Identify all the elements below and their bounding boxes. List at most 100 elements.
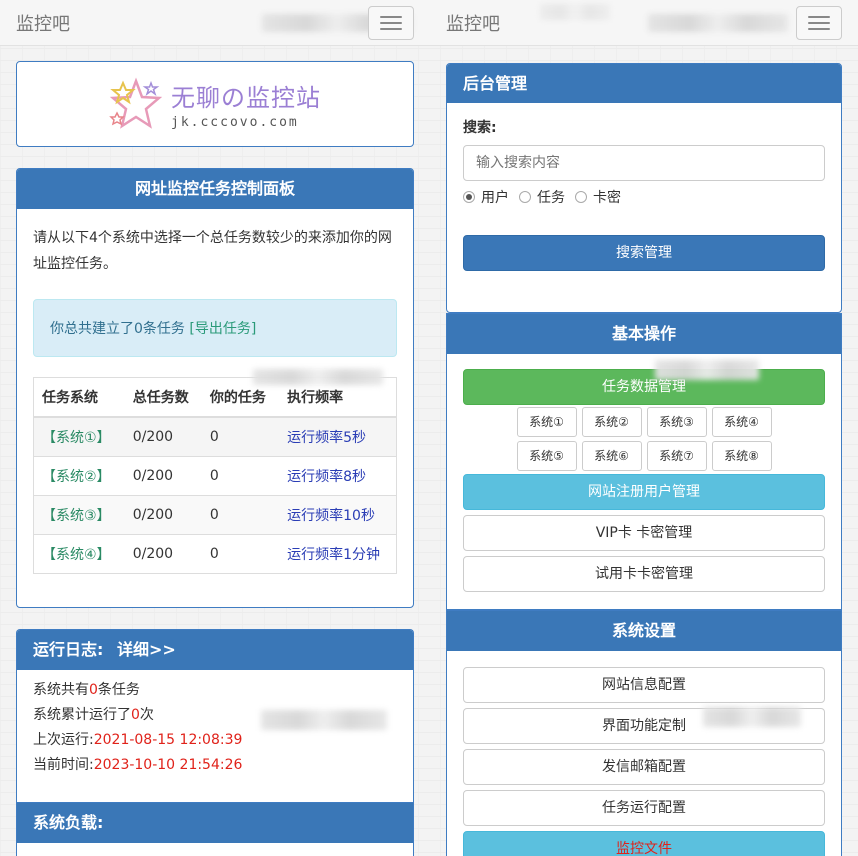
- radio-label: 用户: [481, 190, 509, 206]
- monitor-file-button[interactable]: 监控文件: [463, 831, 825, 856]
- my-tasks-cell: 0: [201, 416, 280, 456]
- log-value: 2021-08-15 12:08:39: [93, 732, 243, 748]
- system-link[interactable]: 【系统④】: [42, 547, 111, 563]
- system-3-button[interactable]: 系统③: [646, 407, 707, 437]
- radio-unchecked-icon: [519, 191, 531, 203]
- system-5-button[interactable]: 系统⑤: [516, 441, 577, 471]
- task-count-text: 你总共建立了0条任务: [50, 321, 185, 337]
- search-type-radios: 用户 任务 卡密: [463, 187, 825, 207]
- radio-label: 卡密: [593, 190, 621, 206]
- table-row: 【系统③】 0/200 0 运行频率10秒: [34, 494, 396, 534]
- panel-title: 网址监控任务控制面板: [17, 169, 413, 209]
- menu-icon-bar: [380, 27, 402, 30]
- navbar-brand[interactable]: 监控吧: [16, 10, 70, 36]
- col-header: 任务系统: [34, 378, 125, 418]
- frequency-cell: 运行频率5秒: [279, 416, 396, 456]
- settings-panel: 系统设置 网站信息配置 界面功能定制 发信邮箱配置 任务运行配置 监控文件: [446, 610, 842, 856]
- log-label: 系统累计运行了: [33, 707, 131, 723]
- frequency-cell: 运行频率10秒: [279, 494, 396, 534]
- left-navbar: 监控吧: [0, 0, 430, 46]
- redacted-text: [253, 369, 383, 385]
- right-column: 监控吧 后台管理 搜索: 用户 任务 卡密 搜索管理 基本操作 任务数据管理 系…: [430, 0, 858, 856]
- my-tasks-cell: 0: [201, 533, 280, 573]
- total-tasks-cell: 0/200: [124, 416, 202, 456]
- log-label: 当前时间:: [33, 757, 94, 773]
- menu-icon-bar: [380, 15, 402, 18]
- menu-icon-bar: [808, 15, 830, 18]
- system-1-button[interactable]: 系统①: [516, 407, 577, 437]
- export-tasks-link[interactable]: [导出任务]: [189, 321, 256, 337]
- redacted-text: [261, 710, 387, 730]
- log-panel-title: 运行日志: 详细>>: [17, 630, 413, 670]
- frequency-cell: 运行频率1分钟: [279, 533, 396, 573]
- systems-table: 任务系统 总任务数 你的任务 执行频率 【系统①】 0/200 0 运行频率5秒: [33, 377, 397, 574]
- log-total-tasks: 系统共有0条任务: [33, 678, 397, 703]
- users-manage-button[interactable]: 网站注册用户管理: [463, 474, 825, 510]
- log-detail-link[interactable]: 详细>>: [117, 640, 176, 659]
- radio-checked-icon: [463, 191, 475, 203]
- radio-user[interactable]: 用户: [463, 187, 509, 207]
- logo-domain: jk.cccovo.com: [171, 115, 299, 130]
- total-tasks-cell: 0/200: [124, 455, 202, 495]
- load-panel-title: 系统负载:: [17, 803, 413, 843]
- navbar-toggle-button[interactable]: [796, 5, 842, 40]
- log-label: 条任务: [97, 682, 140, 698]
- task-run-config-button[interactable]: 任务运行配置: [463, 790, 825, 826]
- system-buttons-grid: 系统① 系统② 系统③ 系统④ 系统⑤ 系统⑥ 系统⑦ 系统⑧: [463, 407, 825, 471]
- stars-logo-icon: [109, 77, 163, 129]
- log-title: 运行日志:: [33, 640, 104, 659]
- right-navbar: 监控吧: [430, 0, 858, 46]
- left-column: 监控吧 无聊の监控站 jk.cccovo.com 网址监控任务控制面板 请从以下…: [0, 0, 430, 856]
- log-label: 次: [139, 707, 154, 723]
- menu-icon-bar: [808, 27, 830, 30]
- run-log-panel: 运行日志: 详细>> 系统共有0条任务 系统累计运行了0次 上次运行:2021-…: [16, 629, 414, 819]
- redacted-text: [655, 360, 759, 380]
- navbar-toggle-button[interactable]: [368, 5, 414, 40]
- mail-config-button[interactable]: 发信邮箱配置: [463, 749, 825, 785]
- search-input[interactable]: [463, 145, 825, 181]
- system-link[interactable]: 【系统②】: [42, 469, 111, 485]
- menu-icon-bar: [380, 21, 402, 24]
- navbar-brand[interactable]: 监控吧: [446, 10, 500, 36]
- redacted-text: [648, 14, 788, 32]
- log-last-run: 上次运行:2021-08-15 12:08:39: [33, 728, 397, 753]
- log-label: 上次运行:: [33, 732, 94, 748]
- col-header: 总任务数: [124, 378, 202, 418]
- admin-panel: 后台管理 搜索: 用户 任务 卡密 搜索管理: [446, 63, 842, 313]
- logo-banner[interactable]: 无聊の监控站 jk.cccovo.com: [16, 61, 414, 147]
- log-label: 系统共有: [33, 682, 89, 698]
- settings-panel-title: 系统设置: [447, 611, 841, 651]
- intro-text: 请从以下4个系统中选择一个总任务数较少的来添加你的网址监控任务。: [33, 230, 392, 272]
- task-control-panel: 网址监控任务控制面板 请从以下4个系统中选择一个总任务数较少的来添加你的网址监控…: [16, 168, 414, 608]
- redacted-logo: [540, 4, 610, 20]
- log-current-time: 当前时间:2023-10-10 21:54:26: [33, 753, 397, 778]
- my-tasks-cell: 0: [201, 494, 280, 534]
- task-count-alert: 你总共建立了0条任务 [导出任务]: [33, 299, 397, 357]
- admin-panel-title: 后台管理: [447, 64, 841, 103]
- task-data-button[interactable]: 任务数据管理: [463, 369, 825, 405]
- my-tasks-cell: 0: [201, 455, 280, 495]
- search-label: 搜索:: [463, 120, 497, 136]
- frequency-cell: 运行频率8秒: [279, 455, 396, 495]
- table-row: 【系统①】 0/200 0 运行频率5秒: [34, 416, 396, 456]
- site-info-button[interactable]: 网站信息配置: [463, 667, 825, 703]
- system-2-button[interactable]: 系统②: [581, 407, 642, 437]
- redacted-text: [703, 707, 801, 727]
- vip-card-button[interactable]: VIP卡 卡密管理: [463, 515, 825, 551]
- log-value: 2023-10-10 21:54:26: [93, 757, 243, 773]
- search-manage-button[interactable]: 搜索管理: [463, 235, 825, 271]
- system-4-button[interactable]: 系统④: [711, 407, 772, 437]
- radio-label: 任务: [537, 190, 565, 206]
- system-load-panel: 系统负载:: [16, 802, 414, 856]
- system-link[interactable]: 【系统①】: [42, 430, 111, 446]
- system-link[interactable]: 【系统③】: [42, 508, 111, 524]
- trial-card-button[interactable]: 试用卡卡密管理: [463, 556, 825, 592]
- basic-ops-panel: 基本操作 任务数据管理 系统① 系统② 系统③ 系统④ 系统⑤ 系统⑥ 系统⑦ …: [446, 313, 842, 610]
- system-8-button[interactable]: 系统⑧: [711, 441, 772, 471]
- radio-task[interactable]: 任务: [519, 187, 565, 207]
- radio-card[interactable]: 卡密: [575, 187, 621, 207]
- system-7-button[interactable]: 系统⑦: [646, 441, 707, 471]
- total-tasks-cell: 0/200: [124, 533, 202, 573]
- system-6-button[interactable]: 系统⑥: [581, 441, 642, 471]
- radio-unchecked-icon: [575, 191, 587, 203]
